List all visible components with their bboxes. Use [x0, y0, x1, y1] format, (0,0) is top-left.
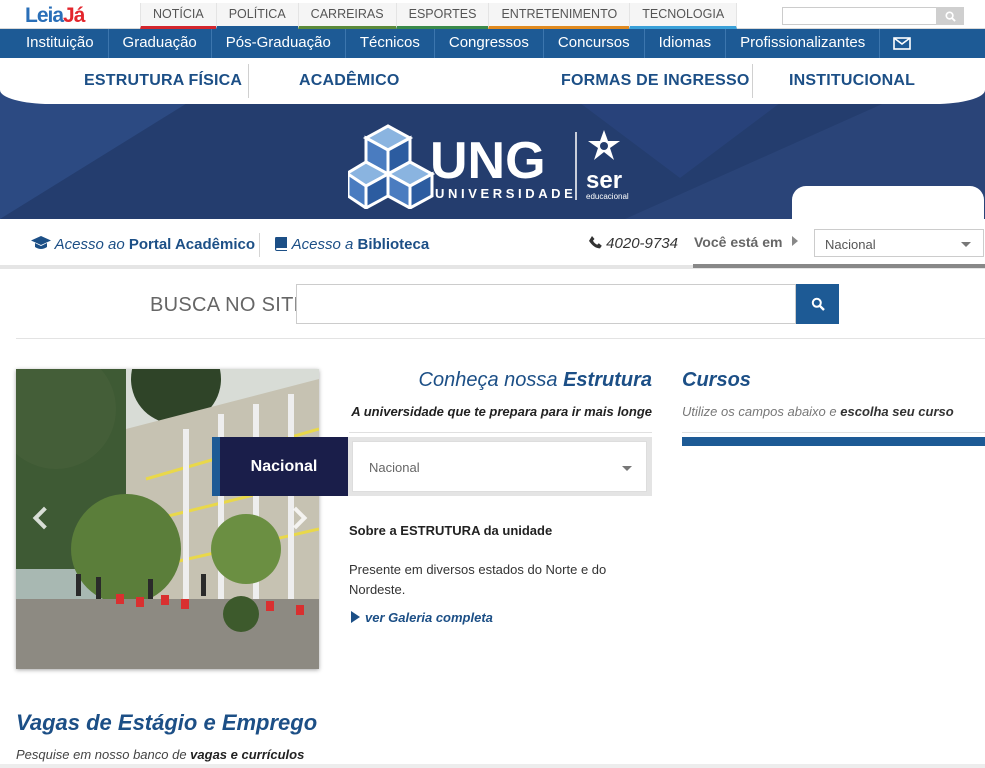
vagas-subtitle: Pesquise em nosso banco de vagas e currí…	[16, 747, 304, 762]
nav-idiomas[interactable]: Idiomas	[645, 29, 727, 58]
secnav-formas-ingresso[interactable]: FORMAS DE INGRESSO	[561, 72, 750, 90]
logo-part-ja: Já	[63, 4, 85, 27]
sobre-text: Presente em diversos estados do Norte e …	[349, 562, 607, 597]
phone-text: 4020-9734	[606, 235, 678, 252]
educacional-wordmark: educacional	[586, 192, 629, 201]
estrutura-title-prefix: Conheça nossa	[418, 369, 564, 391]
book-icon	[275, 237, 287, 251]
secnav-academico[interactable]: ACADÊMICO	[299, 72, 399, 90]
biblioteca-link-prefix: Acesso a	[291, 236, 358, 253]
nav-tecnicos[interactable]: Técnicos	[346, 29, 435, 58]
play-icon	[351, 611, 360, 623]
nav-congressos[interactable]: Congressos	[435, 29, 544, 58]
ser-star-icon	[588, 130, 620, 160]
cursos-sub-bold: escolha seu curso	[840, 404, 954, 419]
phone-number: 4020-9734	[589, 235, 678, 252]
portal-link-bold: Portal Acadêmico	[128, 236, 255, 253]
mail-icon[interactable]	[888, 29, 916, 58]
voce-esta-em: Você está em	[694, 234, 799, 250]
ser-wordmark: ser	[586, 167, 622, 194]
nav-pos-graduacao[interactable]: Pós-Graduação	[212, 29, 346, 58]
main-nav: Instituição Graduação Pós-Graduação Técn…	[0, 29, 985, 58]
portal-link-prefix: Acesso ao	[54, 236, 129, 253]
vagas-sub-prefix: Pesquise em nosso banco de	[16, 747, 191, 762]
phone-icon	[589, 236, 602, 249]
sobre-heading: Sobre a ESTRUTURA da unidade	[349, 523, 553, 538]
portal-tab-carreiras[interactable]: CARREIRAS	[297, 3, 396, 29]
portal-tab-tecnologia[interactable]: TECNOLOGIA	[629, 3, 738, 29]
vagas-sub-bold: vagas e currículos	[190, 747, 305, 762]
vagas-title: Vagas de Estágio e Emprego	[16, 710, 318, 735]
bottom-edge	[0, 764, 985, 768]
leiaja-logo[interactable]: LeiaJá	[25, 4, 85, 28]
cursos-form-bar	[682, 437, 985, 446]
secnav-institucional[interactable]: INSTITUCIONAL	[789, 72, 915, 90]
biblioteca-link-bold: Biblioteca	[357, 236, 430, 253]
estrutura-title-bold: Estrutura	[563, 369, 652, 391]
nav-instituicao[interactable]: Instituição	[12, 29, 109, 58]
search-icon	[944, 10, 956, 22]
nav-profissionalizantes[interactable]: Profissionalizantes	[726, 29, 881, 58]
cursos-title: Cursos	[682, 369, 751, 391]
access-bar: Acesso ao Portal Acadêmico Acesso a Bibl…	[0, 219, 985, 269]
unit-select-value: Nacional	[369, 460, 420, 475]
galeria-link-text: ver Galeria completa	[365, 610, 493, 625]
nav-concursos[interactable]: Concursos	[544, 29, 645, 58]
cursos-subtitle: Utilize os campos abaixo e escolha seu c…	[682, 404, 954, 419]
estrutura-title: Conheça nossa Estrutura	[350, 369, 652, 392]
ver-galeria-link[interactable]: ver Galeria completa	[351, 610, 493, 625]
section-nav: ESTRUTURA FÍSICA ACADÊMICO FORMAS DE ING…	[0, 58, 985, 104]
hero-banner: ESTRUTURA FÍSICA ACADÊMICO FORMAS DE ING…	[0, 58, 985, 219]
chevron-down-icon	[961, 242, 971, 247]
universidade-wordmark: UNIVERSIDADE	[435, 186, 576, 201]
cursos-sub-prefix: Utilize os campos abaixo e	[682, 404, 841, 419]
estrutura-subtitle: A universidade que te prepara para ir ma…	[351, 404, 652, 419]
logo-part-leia: Leia	[25, 4, 64, 27]
site-search-button[interactable]	[796, 284, 839, 324]
unit-stripe	[212, 437, 220, 496]
busca-label: BUSCA NO SITE	[150, 294, 308, 316]
site-search-input[interactable]	[296, 284, 796, 324]
divider	[16, 338, 985, 339]
estrutura-photo[interactable]	[16, 369, 319, 669]
unit-select[interactable]: Nacional	[352, 441, 647, 492]
chevron-down-icon	[622, 466, 632, 471]
banner-tab-notch	[792, 186, 984, 219]
unit-label: Nacional	[220, 437, 348, 496]
portal-tab-politica[interactable]: POLÍTICA	[215, 3, 298, 29]
divider	[682, 432, 985, 433]
nav-graduacao[interactable]: Graduação	[109, 29, 212, 58]
location-select-value: Nacional	[825, 237, 876, 252]
location-select[interactable]: Nacional	[814, 229, 984, 257]
portal-academico-link[interactable]: Acesso ao Portal Acadêmico	[31, 236, 255, 253]
search-icon	[811, 297, 825, 311]
portal-tab-esportes[interactable]: ESPORTES	[395, 3, 489, 29]
voce-esta-text: Você está em	[694, 234, 783, 250]
divider	[349, 432, 652, 433]
portal-tabs: NOTÍCIA POLÍTICA CARREIRAS ESPORTES ENTR…	[140, 3, 738, 29]
biblioteca-link[interactable]: Acesso a Biblioteca	[274, 236, 429, 253]
ung-logo[interactable]: UNG UNIVERSIDADE ser educacional	[348, 124, 633, 209]
portal-tab-noticia[interactable]: NOTÍCIA	[140, 3, 216, 29]
portal-topbar: LeiaJá NOTÍCIA POLÍTICA CARREIRAS ESPORT…	[0, 0, 985, 29]
secnav-estrutura-fisica[interactable]: ESTRUTURA FÍSICA	[84, 72, 242, 90]
caret-right-icon	[792, 236, 799, 246]
graduation-cap-icon	[31, 236, 51, 249]
portal-search-button[interactable]	[936, 7, 964, 25]
portal-tab-entretenimento[interactable]: ENTRETENIMENTO	[488, 3, 630, 29]
ung-wordmark: UNG	[430, 132, 546, 190]
